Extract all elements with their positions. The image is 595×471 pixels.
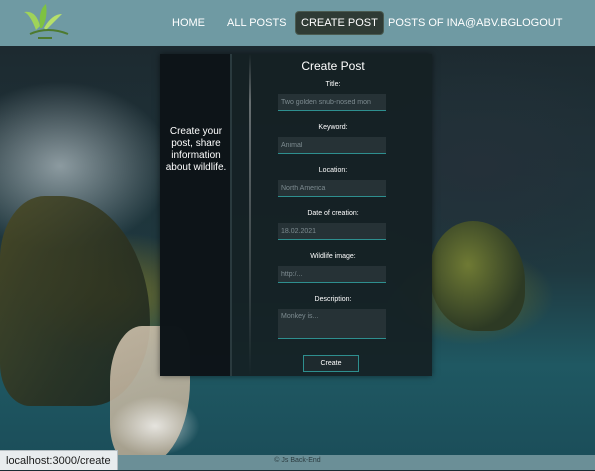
browser-status-url: localhost:3000/create [0,450,118,470]
image-label: Wildlife image: [310,253,356,260]
nav-create-post-link[interactable]: CREATE POST [296,12,383,34]
light-streak [249,54,251,376]
date-label: Date of creation: [307,210,359,217]
nav-logout-link[interactable]: LOGOUT [511,12,567,34]
keyword-label: Keyword: [318,124,348,131]
title-input[interactable] [278,94,386,111]
create-post-card: Create your post, share information abou… [160,54,432,376]
description-label: Description: [314,296,352,303]
site-header: HOME ALL POSTS CREATE POST POSTS OF INA@… [0,0,595,46]
location-input[interactable] [278,180,386,197]
create-button[interactable]: Create [303,355,359,372]
keyword-input[interactable] [278,137,386,154]
wave-foam [110,396,200,455]
main-nav: HOME ALL POSTS CREATE POST POSTS OF INA@… [0,12,595,34]
side-description: Create your post, share information abou… [165,126,227,173]
nav-all-posts-link[interactable]: ALL POSTS [222,12,292,34]
card-side-panel: Create your post, share information abou… [160,54,232,376]
date-input[interactable] [278,223,386,240]
location-label: Location: [318,167,348,174]
description-textarea[interactable] [278,309,386,339]
title-label: Title: [325,81,341,88]
island-rock [430,221,525,331]
nav-home-link[interactable]: HOME [167,12,210,34]
nav-my-posts-link[interactable]: POSTS OF INA@ABV.BG [383,12,521,34]
image-url-input[interactable] [278,266,386,283]
form-title: Create Post [301,59,365,73]
